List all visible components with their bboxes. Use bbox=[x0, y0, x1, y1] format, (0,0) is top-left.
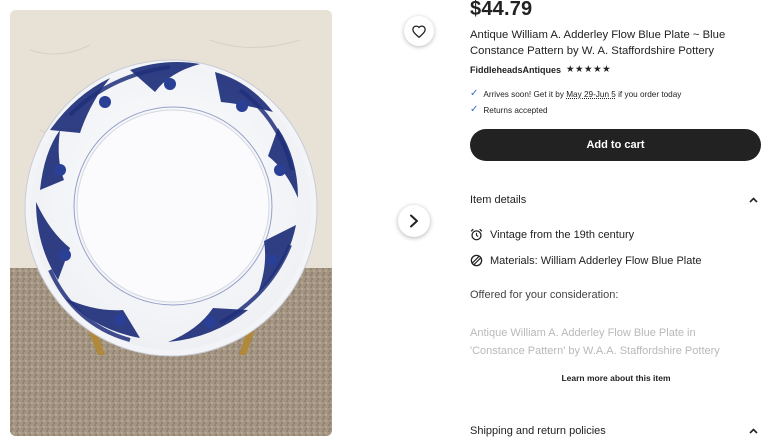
flow-blue-plate-image bbox=[10, 10, 332, 436]
shipping-heading: Shipping and return policies bbox=[470, 425, 606, 437]
price: $44.79 bbox=[470, 0, 533, 20]
chevron-right-icon bbox=[410, 214, 418, 228]
arrival-prefix: Arrives soon! Get it by bbox=[483, 89, 567, 99]
item-details-heading: Item details bbox=[470, 194, 527, 206]
learn-more-link[interactable]: Learn more about this item bbox=[470, 373, 762, 383]
returns-text: Returns accepted bbox=[483, 105, 548, 115]
arrival-text: Arrives soon! Get it by May 29-Jun 5 if … bbox=[483, 90, 681, 99]
description-preview: Antique William A. Adderley Flow Blue Pl… bbox=[470, 324, 762, 360]
chevron-up-icon bbox=[749, 428, 758, 434]
returns-perk: ✓ Returns accepted bbox=[470, 105, 548, 115]
materials-icon bbox=[470, 254, 483, 267]
shop-row: FiddleheadsAntiques ★★★★★ bbox=[470, 64, 611, 75]
add-to-cart-button[interactable]: Add to cart bbox=[470, 129, 761, 161]
vintage-detail: Vintage from the 19th century bbox=[470, 228, 634, 241]
heart-icon bbox=[412, 24, 426, 38]
materials-detail: Materials: William Adderley Flow Blue Pl… bbox=[470, 254, 702, 267]
arrival-perk: ✓ Arrives soon! Get it by May 29-Jun 5 i… bbox=[470, 89, 681, 99]
arrival-suffix: if you order today bbox=[615, 89, 682, 99]
favorite-button[interactable] bbox=[404, 16, 434, 46]
shop-name-link[interactable]: FiddleheadsAntiques bbox=[470, 65, 561, 75]
rating-stars[interactable]: ★★★★★ bbox=[566, 64, 611, 75]
product-photo[interactable] bbox=[10, 10, 332, 436]
check-icon: ✓ bbox=[470, 104, 479, 115]
description-line: Antique William A. Adderley Flow Blue Pl… bbox=[470, 327, 696, 339]
next-image-button[interactable] bbox=[398, 205, 430, 237]
item-details-toggle[interactable]: Item details bbox=[470, 194, 762, 206]
materials-text: Materials: William Adderley Flow Blue Pl… bbox=[490, 254, 702, 267]
listing-title: Antique William A. Adderley Flow Blue Pl… bbox=[470, 29, 726, 57]
vintage-text: Vintage from the 19th century bbox=[490, 228, 635, 241]
arrival-dates[interactable]: May 29-Jun 5 bbox=[566, 90, 616, 99]
alarm-clock-icon bbox=[470, 228, 483, 241]
chevron-up-icon bbox=[749, 197, 758, 203]
description-intro: Offered for your consideration: bbox=[470, 289, 619, 301]
check-icon: ✓ bbox=[470, 88, 479, 99]
description-line: 'Constance Pattern' by W.A.A. Staffordsh… bbox=[470, 345, 720, 357]
shipping-policies-toggle[interactable]: Shipping and return policies bbox=[470, 425, 762, 437]
